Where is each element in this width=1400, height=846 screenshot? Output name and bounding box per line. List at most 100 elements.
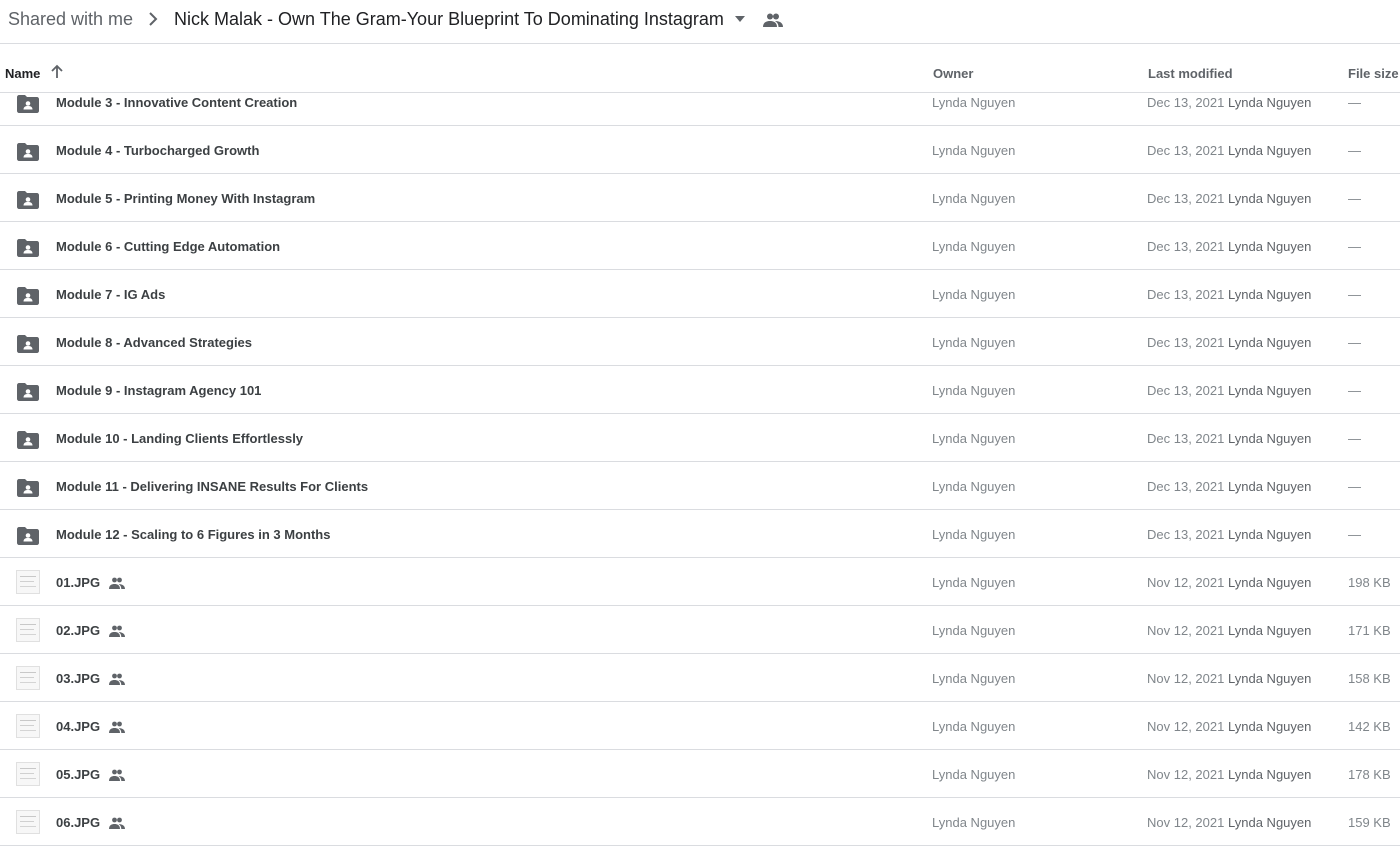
- item-modified-by: Lynda Nguyen: [1228, 575, 1312, 590]
- item-name[interactable]: Module 11 - Delivering INSANE Results Fo…: [56, 479, 368, 494]
- item-name[interactable]: 06.JPG: [56, 815, 100, 830]
- item-file-size: 158 KB: [1348, 671, 1391, 686]
- item-name[interactable]: Module 4 - Turbocharged Growth: [56, 143, 259, 158]
- table-row[interactable]: 05.JPG Lynda Nguyen Nov 12, 2021 Lynda Nguy…: [0, 750, 1400, 798]
- item-modified-by: Lynda Nguyen: [1228, 719, 1312, 734]
- item-owner: Lynda Nguyen: [932, 719, 1016, 734]
- item-name[interactable]: Module 8 - Advanced Strategies: [56, 335, 252, 350]
- table-row[interactable]: Module 7 - IG Ads Lynda Nguyen Dec 13, 202…: [0, 270, 1400, 318]
- item-modified-by: Lynda Nguyen: [1228, 623, 1312, 638]
- table-row[interactable]: 03.JPG Lynda Nguyen Nov 12, 2021 Lynda Nguy…: [0, 654, 1400, 702]
- item-modified-date: Dec 13, 2021: [1147, 335, 1225, 350]
- shared-folder-icon: [17, 479, 39, 497]
- item-owner: Lynda Nguyen: [932, 335, 1016, 350]
- item-modified-date: Nov 12, 2021: [1147, 767, 1225, 782]
- item-name[interactable]: Module 5 - Printing Money With Instagram: [56, 191, 315, 206]
- table-row[interactable]: 04.JPG Lynda Nguyen Nov 12, 2021 Lynda Nguy…: [0, 702, 1400, 750]
- item-modified-date: Dec 13, 2021: [1147, 95, 1225, 110]
- table-row[interactable]: Module 10 - Landing Clients Effortlessly…: [0, 414, 1400, 462]
- item-modified-by: Lynda Nguyen: [1228, 671, 1312, 686]
- table-row[interactable]: Module 8 - Advanced Strategies Lynda Nguy…: [0, 318, 1400, 366]
- table-row[interactable]: Module 9 - Instagram Agency 101 Lynda Ngu…: [0, 366, 1400, 414]
- item-owner: Lynda Nguyen: [932, 287, 1016, 302]
- item-file-size: —: [1348, 431, 1361, 446]
- item-owner: Lynda Nguyen: [932, 143, 1016, 158]
- item-name[interactable]: Module 10 - Landing Clients Effortlessly: [56, 431, 303, 446]
- people-icon: [108, 624, 126, 637]
- item-modified-date: Nov 12, 2021: [1147, 815, 1225, 830]
- table-row[interactable]: Module 4 - Turbocharged Growth Lynda Nguy…: [0, 126, 1400, 174]
- item-file-size: 171 KB: [1348, 623, 1391, 638]
- shared-folder-icon: [17, 191, 39, 209]
- item-modified-date: Nov 12, 2021: [1147, 623, 1225, 638]
- image-thumbnail: [16, 762, 40, 786]
- item-owner: Lynda Nguyen: [932, 431, 1016, 446]
- item-owner: Lynda Nguyen: [932, 95, 1016, 110]
- item-modified-date: Nov 12, 2021: [1147, 671, 1225, 686]
- image-thumbnail: [16, 810, 40, 834]
- item-name[interactable]: 02.JPG: [56, 623, 100, 638]
- table-row[interactable]: 02.JPG Lynda Nguyen Nov 12, 2021 Lynda Nguy…: [0, 606, 1400, 654]
- people-icon: [108, 576, 126, 589]
- shared-folder-icon: [17, 383, 39, 401]
- item-modified-by: Lynda Nguyen: [1228, 191, 1312, 206]
- item-owner: Lynda Nguyen: [932, 527, 1016, 542]
- item-file-size: 159 KB: [1348, 815, 1391, 830]
- people-icon: [108, 720, 126, 733]
- item-owner: Lynda Nguyen: [932, 239, 1016, 254]
- item-name[interactable]: Module 6 - Cutting Edge Automation: [56, 239, 280, 254]
- chevron-right-icon: [149, 12, 158, 26]
- item-file-size: —: [1348, 143, 1361, 158]
- table-row[interactable]: 01.JPG Lynda Nguyen Nov 12, 2021 Lynda Nguy…: [0, 558, 1400, 606]
- item-file-size: —: [1348, 287, 1361, 302]
- item-file-size: —: [1348, 191, 1361, 206]
- people-icon: [108, 672, 126, 685]
- table-row[interactable]: Module 11 - Delivering INSANE Results Fo…: [0, 462, 1400, 510]
- item-name[interactable]: Module 3 - Innovative Content Creation: [56, 95, 297, 110]
- shared-folder-icon: [17, 335, 39, 353]
- item-file-size: 178 KB: [1348, 767, 1391, 782]
- breadcrumb-shared-with-me[interactable]: Shared with me: [8, 8, 133, 30]
- item-owner: Lynda Nguyen: [932, 383, 1016, 398]
- item-modified-by: Lynda Nguyen: [1228, 527, 1312, 542]
- item-name[interactable]: Module 7 - IG Ads: [56, 287, 165, 302]
- shared-folder-icon: [17, 431, 39, 449]
- table-row[interactable]: Module 12 - Scaling to 6 Figures in 3 Mo…: [0, 510, 1400, 558]
- table-row[interactable]: Module 3 - Innovative Content Creation Ly…: [0, 78, 1400, 126]
- item-modified-by: Lynda Nguyen: [1228, 287, 1312, 302]
- item-name[interactable]: 01.JPG: [56, 575, 100, 590]
- item-modified-by: Lynda Nguyen: [1228, 239, 1312, 254]
- shared-folder-icon: [17, 95, 39, 113]
- item-modified-by: Lynda Nguyen: [1228, 479, 1312, 494]
- item-file-size: —: [1348, 239, 1361, 254]
- people-icon: [763, 13, 783, 27]
- item-name[interactable]: 05.JPG: [56, 767, 100, 782]
- breadcrumb-current-folder[interactable]: Nick Malak - Own The Gram-Your Blueprint…: [174, 8, 724, 30]
- item-file-size: 198 KB: [1348, 575, 1391, 590]
- shared-folder-icon: [17, 527, 39, 545]
- item-name[interactable]: Module 9 - Instagram Agency 101: [56, 383, 261, 398]
- table-row[interactable]: Module 5 - Printing Money With Instagram…: [0, 174, 1400, 222]
- item-modified-date: Dec 13, 2021: [1147, 383, 1225, 398]
- shared-folder-icon: [17, 143, 39, 161]
- item-modified-date: Dec 13, 2021: [1147, 239, 1225, 254]
- caret-down-icon[interactable]: [733, 14, 747, 24]
- item-name[interactable]: 03.JPG: [56, 671, 100, 686]
- item-modified-date: Dec 13, 2021: [1147, 479, 1225, 494]
- item-modified-by: Lynda Nguyen: [1228, 95, 1312, 110]
- item-file-size: 142 KB: [1348, 719, 1391, 734]
- item-name[interactable]: 04.JPG: [56, 719, 100, 734]
- table-row[interactable]: Module 6 - Cutting Edge Automation Lynda …: [0, 222, 1400, 270]
- table-row[interactable]: 06.JPG Lynda Nguyen Nov 12, 2021 Lynda Nguy…: [0, 798, 1400, 846]
- item-name[interactable]: Module 12 - Scaling to 6 Figures in 3 Mo…: [56, 527, 330, 542]
- item-owner: Lynda Nguyen: [932, 815, 1016, 830]
- item-modified-by: Lynda Nguyen: [1228, 431, 1312, 446]
- item-modified-date: Nov 12, 2021: [1147, 719, 1225, 734]
- item-owner: Lynda Nguyen: [932, 671, 1016, 686]
- file-list: Module 3 - Innovative Content Creation Ly…: [0, 78, 1400, 846]
- item-modified-date: Dec 13, 2021: [1147, 143, 1225, 158]
- item-modified-date: Dec 13, 2021: [1147, 431, 1225, 446]
- item-modified-date: Dec 13, 2021: [1147, 527, 1225, 542]
- item-owner: Lynda Nguyen: [932, 767, 1016, 782]
- item-owner: Lynda Nguyen: [932, 575, 1016, 590]
